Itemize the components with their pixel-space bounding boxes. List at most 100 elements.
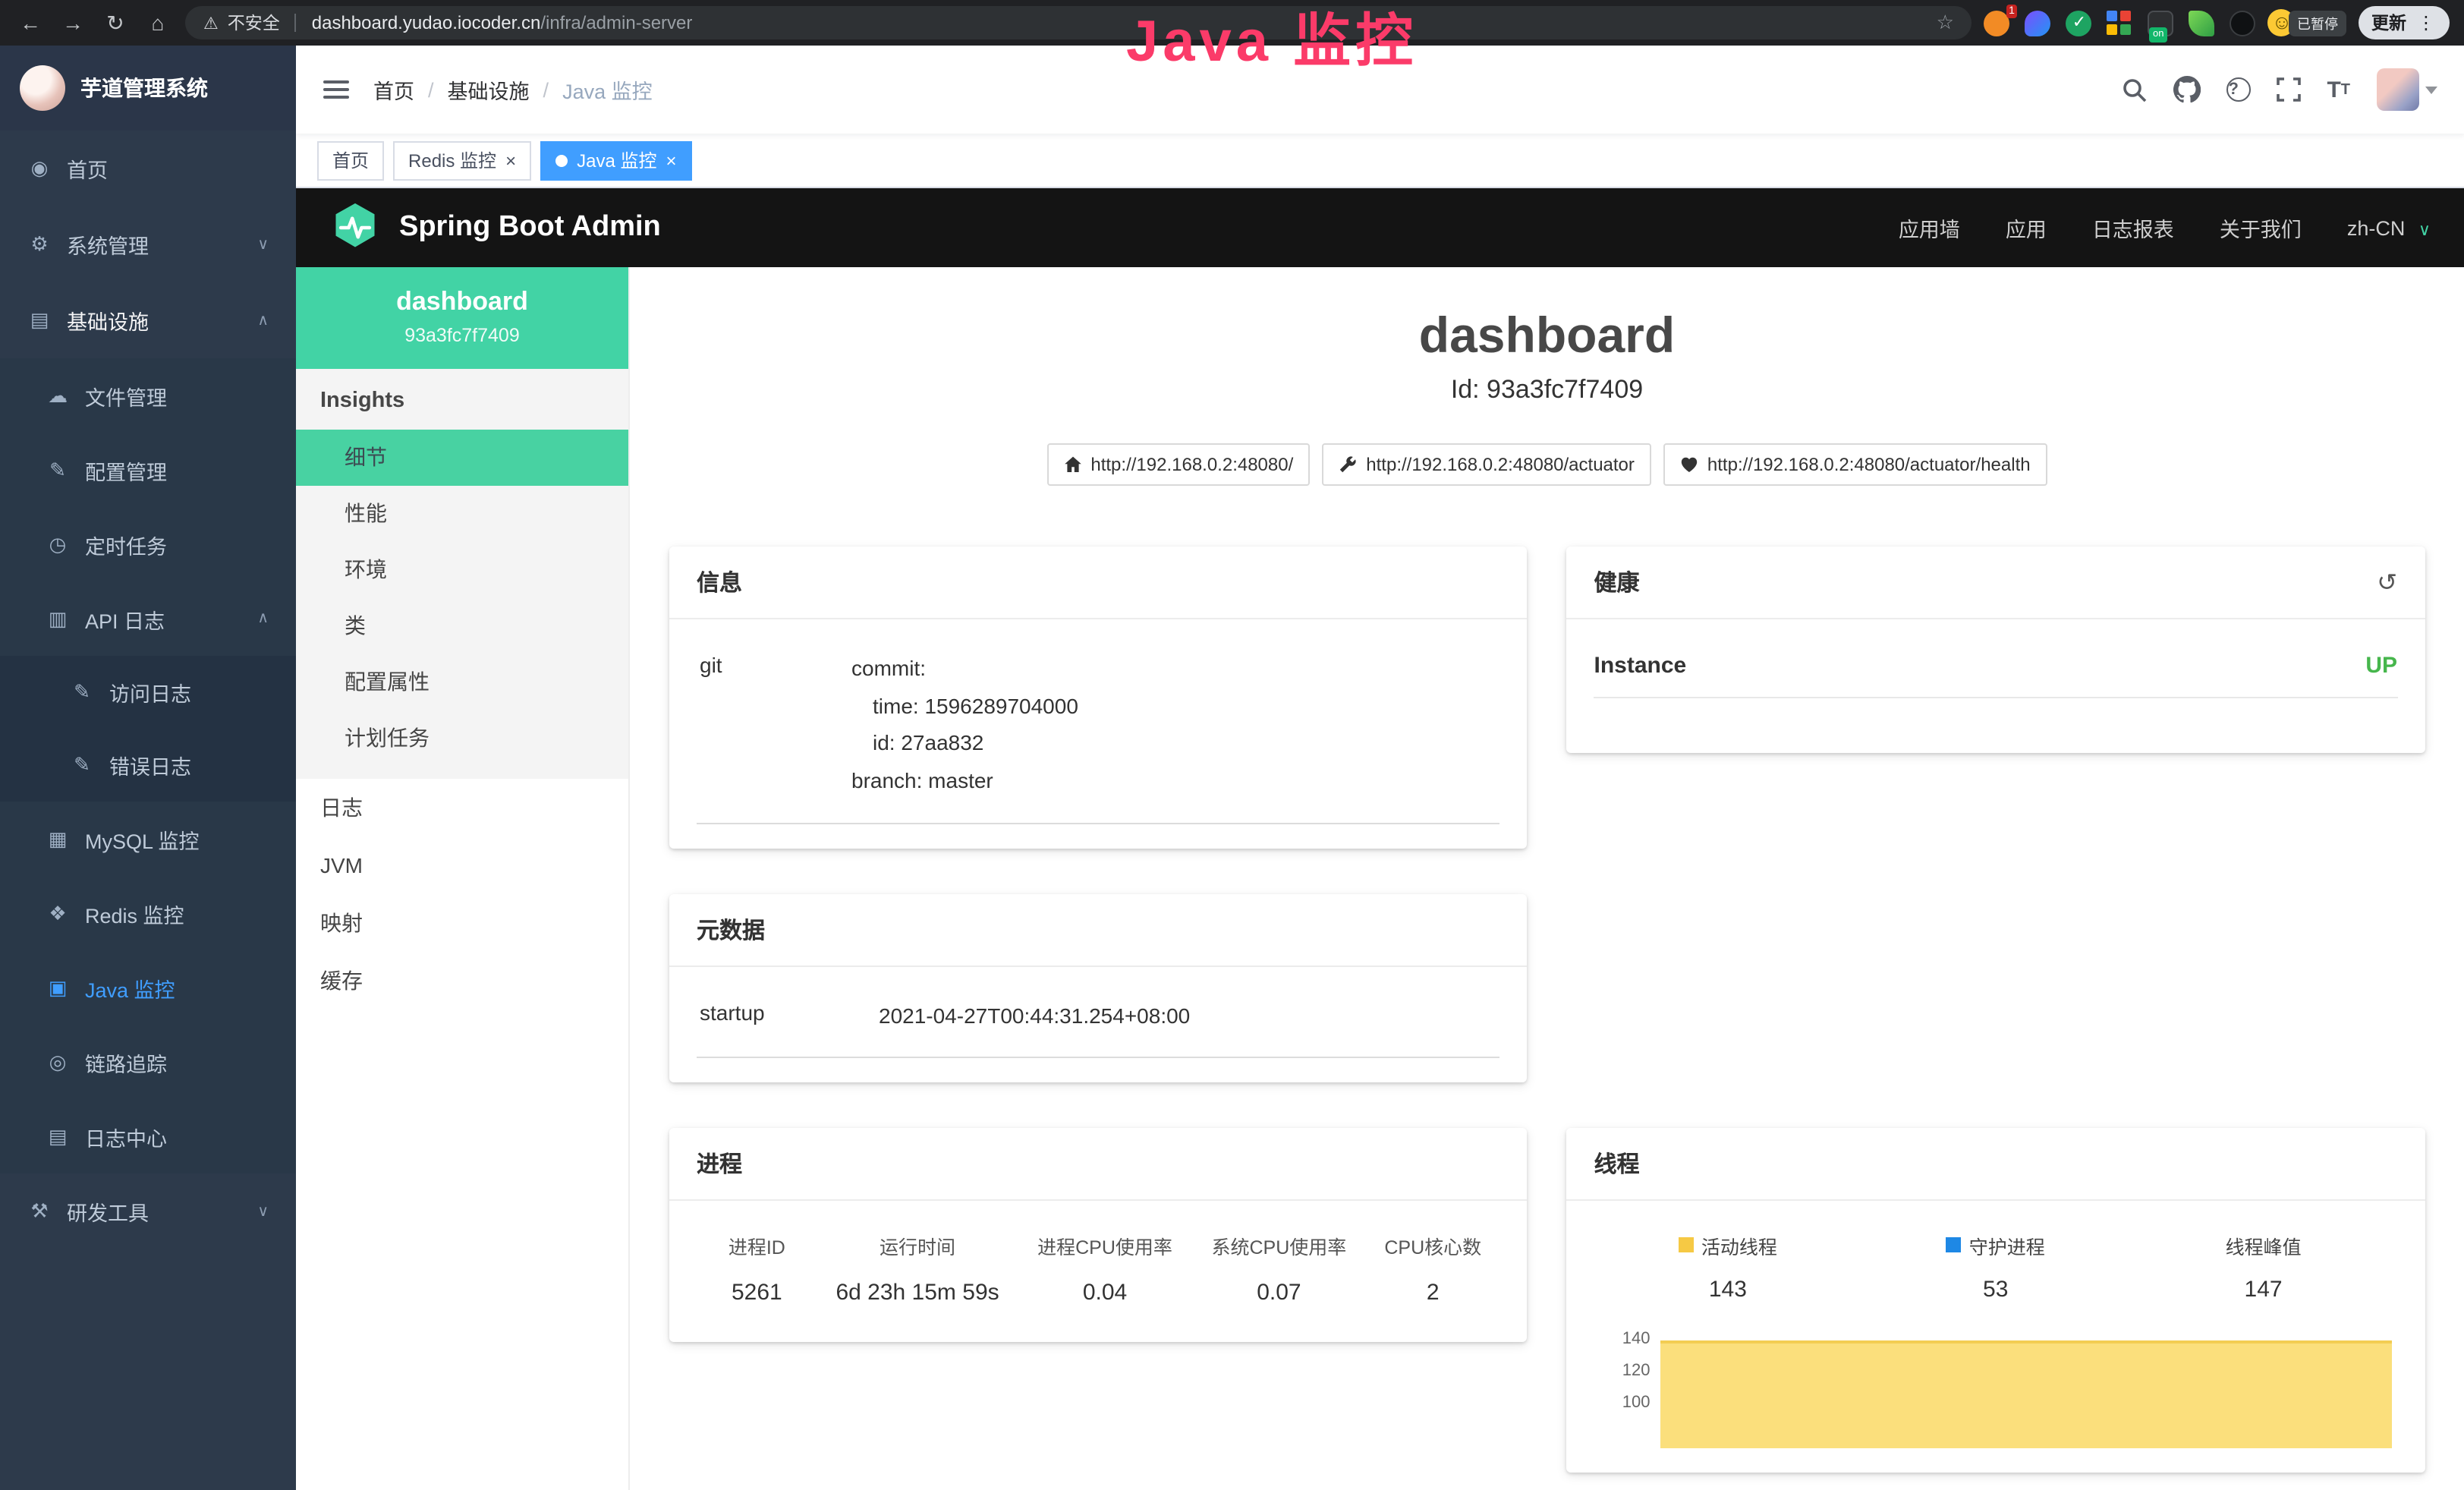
sidebar-item-label: 配置管理: [85, 455, 167, 485]
browser-update-button[interactable]: 更新 ⋮: [2358, 6, 2449, 39]
instance-root-link[interactable]: http://192.168.0.2:48080/: [1046, 443, 1310, 486]
tab-label: Redis 监控: [408, 147, 496, 173]
sba-menu-scheduled-tasks[interactable]: 计划任务: [296, 710, 628, 767]
history-icon[interactable]: ↺: [2377, 567, 2397, 597]
page-subtitle: Id: 93a3fc7f7409: [669, 375, 2425, 405]
bookmark-star-icon[interactable]: ☆: [1937, 11, 1954, 35]
sba-language-select[interactable]: zh-CN ∨: [2347, 216, 2431, 239]
font-size-icon[interactable]: TT: [2327, 77, 2350, 102]
sidebar-item-access-logs[interactable]: ✎ 访问日志: [0, 656, 296, 729]
sba-menu-details[interactable]: 细节: [296, 430, 628, 486]
info-card-header: 信息: [669, 547, 1528, 619]
breadcrumb: 首页 / 基础设施 / Java 监控: [373, 74, 653, 105]
card-title: 健康: [1594, 566, 1640, 598]
browser-menu-icon[interactable]: ⋮: [2417, 12, 2435, 33]
sidebar-item-file-management[interactable]: ☁ 文件管理: [0, 358, 296, 433]
dark-extension-icon[interactable]: [2230, 10, 2256, 36]
smiley-extension-icon[interactable]: ☺ 已暂停: [2268, 9, 2346, 36]
sba-nav-journal[interactable]: 日志报表: [2092, 213, 2174, 243]
legend-label: 活动线程: [1701, 1230, 1777, 1259]
sba-nav-wall[interactable]: 应用墙: [1899, 213, 1960, 243]
legend-label: 守护进程: [1969, 1230, 2045, 1259]
instance-header[interactable]: dashboard 93a3fc7f7409: [296, 267, 628, 369]
active-threads-swatch: [1679, 1237, 1694, 1252]
sidebar-item-api-logs[interactable]: ▥ API 日志 ∧: [0, 581, 296, 656]
link-label: http://192.168.0.2:48080/actuator: [1366, 454, 1635, 475]
instance-health-link[interactable]: http://192.168.0.2:48080/actuator/health: [1663, 443, 2047, 486]
back-icon[interactable]: ←: [15, 11, 46, 35]
sidebar-item-dev-tools[interactable]: ⚒ 研发工具 ∨: [0, 1173, 296, 1249]
tab-java-monitor[interactable]: Java 监控 ×: [540, 140, 691, 180]
peak-threads-value: 147: [2129, 1276, 2397, 1302]
link-label: http://192.168.0.2:48080/actuator/health: [1707, 454, 2031, 475]
check-extension-icon[interactable]: ✓: [2066, 10, 2092, 36]
chevron-down-icon: ∨: [2418, 221, 2431, 239]
pin-extension-icon[interactable]: [2025, 10, 2051, 36]
forward-icon[interactable]: →: [58, 11, 88, 35]
sidebar-item-label: API 日志: [85, 603, 165, 634]
insights-group-title: Insights: [296, 369, 628, 430]
switch-extension-icon[interactable]: on: [2148, 10, 2174, 36]
tab-home[interactable]: 首页: [317, 140, 384, 180]
process-header-pid: 进程ID: [697, 1230, 817, 1259]
leaf-extension-icon[interactable]: [2189, 10, 2215, 36]
sidebar-item-mysql-monitor[interactable]: ▦ MySQL 监控: [0, 802, 296, 876]
sidebar-item-config-management[interactable]: ✎ 配置管理: [0, 433, 296, 507]
y-tick: 120: [1594, 1361, 1651, 1393]
omnibox-divider: [295, 14, 297, 32]
sidebar-toggle-icon[interactable]: [323, 80, 349, 99]
sba-menu-mappings[interactable]: 映射: [296, 894, 628, 952]
breadcrumb-home[interactable]: 首页: [373, 74, 414, 105]
info-card: 信息 git commit: time: 1596289704000 id: 2…: [669, 547, 1528, 849]
sidebar-item-redis-monitor[interactable]: ❖ Redis 监控: [0, 876, 296, 950]
sidebar-item-scheduled-jobs[interactable]: ◷ 定时任务: [0, 507, 296, 581]
health-instance-row[interactable]: Instance UP: [1594, 653, 2398, 698]
close-icon[interactable]: ×: [666, 150, 676, 171]
sba-menu-jvm[interactable]: JVM: [296, 836, 628, 894]
close-icon[interactable]: ×: [505, 150, 516, 171]
tools-icon: ⚒: [27, 1199, 52, 1224]
daemon-threads-swatch: [1946, 1237, 1962, 1252]
sba-nav-about[interactable]: 关于我们: [2220, 213, 2302, 243]
search-icon[interactable]: [2122, 77, 2148, 102]
breadcrumb-section[interactable]: 基础设施: [448, 74, 530, 105]
instance-actuator-link[interactable]: http://192.168.0.2:48080/actuator: [1322, 443, 1651, 486]
sba-menu-performance[interactable]: 性能: [296, 486, 628, 542]
tab-redis-monitor[interactable]: Redis 监控 ×: [393, 140, 531, 180]
sba-menu-caches[interactable]: 缓存: [296, 952, 628, 1010]
user-avatar[interactable]: [2376, 68, 2437, 111]
sba-menu-classes[interactable]: 类: [296, 598, 628, 654]
sidebar-item-java-monitor[interactable]: ▣ Java 监控: [0, 950, 296, 1025]
grid-extension-icon[interactable]: [2107, 10, 2133, 36]
sba-nav-applications[interactable]: 应用: [2006, 213, 2047, 243]
sidebar-item-log-center[interactable]: ▤ 日志中心: [0, 1099, 296, 1173]
orange-extension-icon[interactable]: 1: [1984, 10, 2010, 36]
threads-chart-y-axis: 140 120 100: [1594, 1329, 1661, 1447]
sidebar-item-label: 链路追踪: [85, 1047, 167, 1077]
help-icon[interactable]: ?: [2226, 77, 2251, 102]
sba-menu-environment[interactable]: 环境: [296, 542, 628, 598]
github-icon[interactable]: [2173, 76, 2201, 103]
gear-icon: ⚙: [27, 232, 52, 257]
sba-menu-logs[interactable]: 日志: [296, 779, 628, 836]
home-icon[interactable]: ⌂: [143, 11, 173, 35]
instance-name: dashboard: [308, 287, 616, 317]
sba-menu-config-props[interactable]: 配置属性: [296, 654, 628, 710]
address-bar[interactable]: ⚠ 不安全 dashboard.yudao.iocoder.cn/infra/a…: [185, 6, 1972, 39]
reload-icon[interactable]: ↻: [100, 10, 131, 36]
active-threads-area: [1661, 1340, 2392, 1447]
fullscreen-icon[interactable]: [2277, 77, 2301, 102]
sidebar-item-system[interactable]: ⚙ 系统管理 ∨: [0, 206, 296, 282]
sidebar-item-error-logs[interactable]: ✎ 错误日志: [0, 729, 296, 802]
app-logo-row[interactable]: 芋道管理系统: [0, 46, 296, 131]
sba-logo-icon: [329, 202, 381, 254]
url-text[interactable]: dashboard.yudao.iocoder.cn/infra/admin-s…: [312, 12, 693, 33]
security-label[interactable]: 不安全: [228, 11, 280, 35]
sidebar-item-home[interactable]: ◉ 首页: [0, 131, 296, 206]
sidebar-item-tracing[interactable]: ◎ 链路追踪: [0, 1025, 296, 1099]
breadcrumb-separator: /: [543, 78, 549, 101]
sba-sidebar: dashboard 93a3fc7f7409 Insights 细节 性能 环境…: [296, 267, 630, 1490]
app-sidebar: 芋道管理系统 ◉ 首页 ⚙ 系统管理 ∨ ▤ 基础设施 ∧ ☁ 文件管理 ✎ 配…: [0, 46, 296, 1490]
sidebar-item-infrastructure[interactable]: ▤ 基础设施 ∧: [0, 282, 296, 358]
git-branch: branch: master: [851, 761, 1078, 799]
